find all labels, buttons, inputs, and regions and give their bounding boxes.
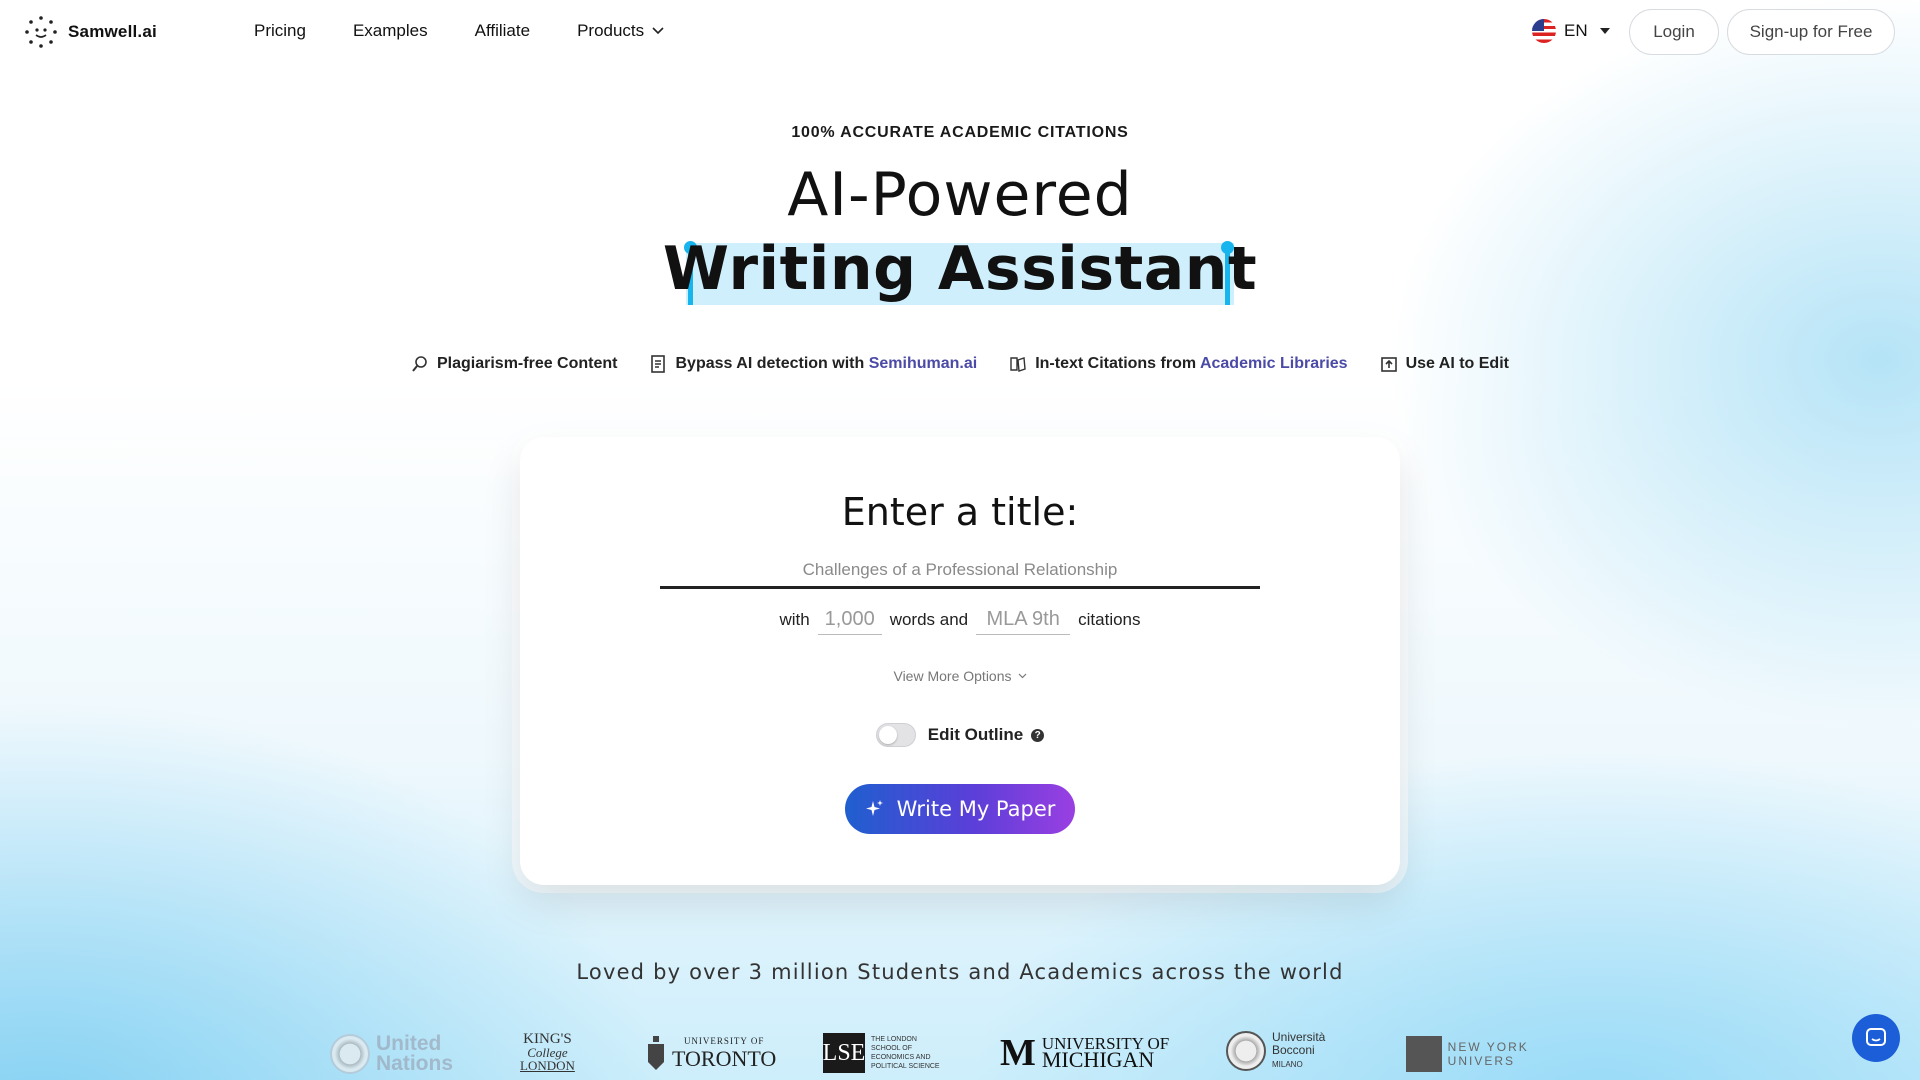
length-citation-row: with words and citations <box>520 605 1400 635</box>
plagiarism-icon <box>412 356 427 372</box>
document-check-icon <box>651 355 666 373</box>
feature-item: Plagiarism-free Content <box>411 355 617 373</box>
chevron-down-icon <box>652 27 664 35</box>
chevron-down-icon <box>1018 673 1026 679</box>
brand-logo[interactable]: Samwell.ai <box>24 15 157 49</box>
write-my-paper-button[interactable]: Write My Paper <box>845 784 1075 834</box>
words-label: words and <box>889 610 969 629</box>
university-of-michigan-logo: M UNIVERSITY OF MICHIGAN <box>1000 1032 1170 1074</box>
social-proof-headline: Loved by over 3 million Students and Aca… <box>576 960 1344 984</box>
view-more-label: View More Options <box>893 668 1012 684</box>
feature-item: Use AI to Edit <box>1380 355 1509 373</box>
nav-affiliate[interactable]: Affiliate <box>475 21 530 41</box>
hero-title-line1: AI-Powered <box>787 160 1133 230</box>
word-count-input[interactable] <box>817 605 882 635</box>
ai-edit-icon <box>1380 357 1397 372</box>
us-flag-icon <box>1532 19 1556 43</box>
brand-name: Samwell.ai <box>68 22 157 41</box>
nav-pricing[interactable]: Pricing <box>254 21 306 41</box>
nyu-logo: NEW YORK UNIVERS <box>1406 1036 1600 1072</box>
language-label: EN <box>1564 21 1588 40</box>
feature-text: Plagiarism-free Content <box>437 355 618 372</box>
login-button[interactable]: Login <box>1629 9 1719 55</box>
feature-list: Plagiarism-free Content Bypass AI detect… <box>0 355 1920 373</box>
feature-item: Bypass AI detection with Semihuman.ai <box>649 355 977 373</box>
lse-logo: LSE THE LONDON SCHOOL OF ECONOMICS AND P… <box>823 1033 941 1073</box>
un-emblem-icon <box>330 1034 370 1074</box>
hero-title-line2: Writing Assistant <box>662 234 1258 304</box>
citations-label: citations <box>1078 610 1141 629</box>
title-input[interactable] <box>660 553 1260 589</box>
university-of-toronto-logo: UNIVERSITY OF TORONTO <box>646 1034 776 1074</box>
edit-outline-label: Edit Outline <box>927 725 1024 744</box>
kings-college-logo: KING'S College LONDON <box>520 1031 575 1073</box>
uoft-crest-icon <box>648 1036 664 1070</box>
bocconi-logo: Università Bocconi MILANO <box>1226 1031 1325 1071</box>
edit-outline-toggle[interactable] <box>875 723 916 747</box>
academic-libraries-link[interactable]: Academic Libraries <box>1200 355 1348 372</box>
with-label: with <box>779 610 810 629</box>
help-icon[interactable]: ? <box>1031 728 1045 742</box>
signup-button[interactable]: Sign-up for Free <box>1727 9 1895 55</box>
edit-outline-row: Edit Outline ? <box>520 723 1400 747</box>
nav-products-dropdown[interactable]: Products <box>577 21 664 41</box>
chat-widget-button[interactable] <box>1852 1014 1900 1062</box>
form-heading: Enter a title: <box>841 490 1079 534</box>
semihuman-link[interactable]: Semihuman.ai <box>869 355 977 372</box>
view-more-options[interactable]: View More Options <box>520 668 1400 684</box>
library-icon <box>1010 357 1026 372</box>
feature-text: In-text Citations from Academic Librarie… <box>1035 355 1348 372</box>
sparkle-icon <box>865 800 883 816</box>
write-my-paper-label: Write My Paper <box>896 797 1056 821</box>
nyu-torch-icon <box>1406 1036 1442 1072</box>
feature-text: Use AI to Edit <box>1405 355 1509 372</box>
citation-style-input[interactable] <box>976 605 1071 635</box>
chat-icon <box>1866 1028 1886 1046</box>
feature-text: Bypass AI detection with Semihuman.ai <box>675 355 978 372</box>
nav-examples[interactable]: Examples <box>353 21 428 41</box>
nav-links: Pricing Examples Affiliate Products <box>254 21 664 41</box>
bocconi-seal-icon <box>1226 1031 1266 1071</box>
university-logos: United Nations KING'S College LONDON UNIVER… <box>330 1028 1600 1080</box>
samwell-logo-icon <box>25 16 57 48</box>
feature-item: In-text Citations from Academic Librarie… <box>1009 355 1348 373</box>
language-selector[interactable]: EN <box>1532 19 1610 43</box>
caret-down-icon <box>1599 28 1610 34</box>
top-nav: Samwell.ai Pricing Examples Affiliate Pr… <box>0 0 1920 64</box>
united-nations-logo: United Nations <box>330 1033 453 1074</box>
nav-products-label: Products <box>577 21 645 40</box>
hero-eyebrow: 100% ACCURATE ACADEMIC CITATIONS <box>791 124 1129 141</box>
